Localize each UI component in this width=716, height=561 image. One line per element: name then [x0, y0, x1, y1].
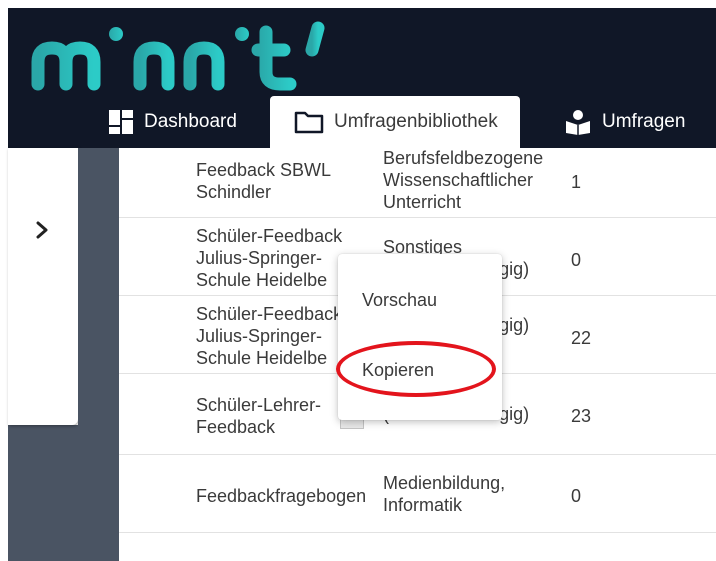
reader-icon	[564, 109, 592, 135]
count-cell: 0	[571, 486, 582, 506]
sidebar-panel	[8, 148, 78, 425]
category-cell: Medienbildung, Informatik	[383, 473, 506, 515]
minnit-logo[interactable]	[28, 14, 348, 99]
tab-umfragen-label: Umfragen	[602, 111, 686, 132]
table-row[interactable]: Feedbackfragebogen Medienbildung, Inform…	[119, 455, 716, 533]
tab-dashboard-label: Dashboard	[144, 111, 237, 132]
sidebar-toggle-button[interactable]	[30, 218, 54, 242]
tab-dashboard[interactable]: Dashboard	[108, 96, 237, 148]
folder-icon	[294, 110, 324, 134]
count-cell: 1	[571, 172, 582, 192]
menu-item-kopieren[interactable]: Kopieren	[338, 347, 502, 393]
chevron-right-icon	[35, 221, 49, 239]
count-cell: 22	[571, 328, 592, 348]
survey-name-cell: Feedbackfragebogen	[196, 486, 367, 506]
sidebar-background	[14, 425, 78, 561]
count-cell: 0	[571, 250, 582, 270]
survey-name-cell: Feedback SBWL Schindler	[196, 160, 332, 202]
menu-item-label: Vorschau	[362, 289, 438, 310]
table-row[interactable]: Feedback SBWL Schindler Berufsfeldbezoge…	[119, 148, 716, 218]
tab-umfragenbibliothek-label: Umfragenbibliothek	[334, 111, 498, 132]
app-header: Dashboard Umfragenbibliothek Umfragen	[8, 8, 716, 148]
category-cell: Berufsfeldbezogene Wissenschaftlicher Un…	[383, 148, 544, 212]
context-menu: Vorschau Kopieren	[338, 254, 502, 420]
tab-umfragen[interactable]: Umfragen	[564, 96, 685, 148]
menu-item-vorschau[interactable]: Vorschau	[338, 277, 502, 323]
table-gutter	[78, 148, 119, 561]
tab-umfragenbibliothek[interactable]: Umfragenbibliothek	[270, 96, 520, 148]
count-cell: 23	[571, 406, 592, 426]
dashboard-icon	[108, 109, 134, 135]
menu-item-label: Kopieren	[362, 359, 435, 380]
